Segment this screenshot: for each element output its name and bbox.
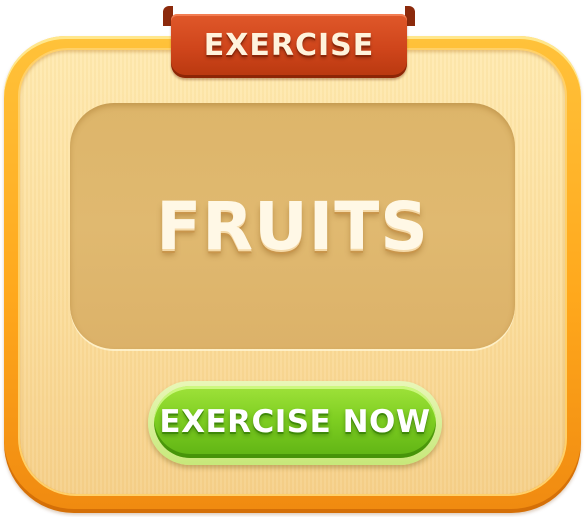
ribbon-title: EXERCISE	[203, 27, 375, 63]
exercise-card: FRUITS EXERCISE EXERCISE NOW	[0, 0, 585, 517]
exercise-word: FRUITS	[156, 187, 429, 265]
exercise-now-button-label: EXERCISE NOW	[159, 404, 431, 440]
exercise-now-button[interactable]: EXERCISE NOW	[154, 386, 436, 458]
ribbon-banner: EXERCISE	[171, 14, 407, 78]
word-display-box: FRUITS	[70, 103, 515, 349]
title-ribbon: EXERCISE	[163, 6, 415, 78]
